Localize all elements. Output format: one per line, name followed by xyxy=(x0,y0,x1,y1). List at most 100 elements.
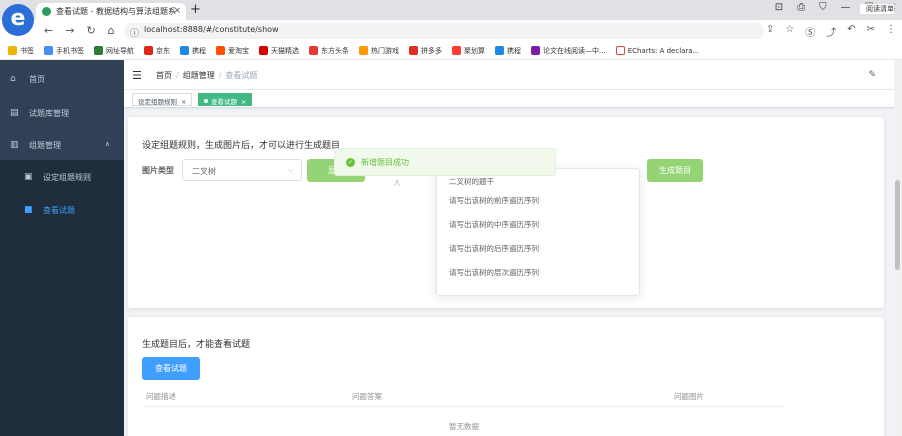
sidebar-item-label: 组题管理 xyxy=(29,140,61,150)
sidebar-item-home[interactable]: ⌂ 首页 xyxy=(0,62,124,96)
sidebar-item-view-questions[interactable]: ■ 查看试题 xyxy=(0,194,124,226)
breadcrumb-home[interactable]: 首页 xyxy=(156,71,172,80)
breadcrumb-compose[interactable]: 组题管理 xyxy=(183,71,215,80)
app-header: ☰ 首页 / 组题管理 / 查看试题 ✎ xyxy=(124,60,894,90)
bookmark-favicon-icon xyxy=(8,46,17,55)
bookmark-item[interactable]: 拼多多 xyxy=(409,46,442,56)
tag-close-icon[interactable]: × xyxy=(241,98,246,106)
bookmark-favicon-icon xyxy=(309,46,318,55)
favorite-icon[interactable]: ☆ xyxy=(785,24,794,39)
home-icon[interactable]: ⌂ xyxy=(108,24,115,37)
questions-card-title: 生成题目后，才能查看试题 xyxy=(142,340,251,350)
bookmark-item[interactable]: 网址导航 xyxy=(94,46,134,56)
bookmark-item[interactable]: 手机书签 xyxy=(44,46,84,56)
view-questions-button[interactable]: 查看试题 xyxy=(142,357,200,380)
tag-set-rules[interactable]: 设定组题规则 × xyxy=(132,93,193,106)
extension-icon[interactable]: Ⓢ xyxy=(805,24,815,39)
nav-right-icons: ⇪ ☆ Ⓢ ⤴ ↶ ✂ ⋮ xyxy=(766,24,896,39)
site-info-icon[interactable]: ⓘ xyxy=(130,26,139,39)
sidebar-item-label: 首页 xyxy=(29,74,45,84)
forward-icon[interactable]: → xyxy=(65,24,74,37)
undo-icon[interactable]: ↶ xyxy=(847,24,855,39)
sidebar-item-question-bank[interactable]: ▤ 试题库管理 xyxy=(0,96,124,130)
sidebar: ⌂ 首页 ▤ 试题库管理 ▥ 组题管理 ∧ ▣ 设定组题规则 ■ 查看试题 xyxy=(0,60,124,436)
browser-logo-icon: e xyxy=(2,4,34,36)
tag-view-questions[interactable]: 查看试题 × xyxy=(198,93,253,106)
shirt-icon[interactable]: ⛉ xyxy=(819,2,827,13)
collections-icon[interactable]: ⊡ xyxy=(775,2,783,13)
bookmark-favicon-icon xyxy=(615,46,625,55)
bookmark-label: 京东 xyxy=(156,46,170,55)
new-tab-button[interactable]: + xyxy=(190,2,201,17)
bookmark-favicon-icon xyxy=(144,46,153,55)
bookmark-item[interactable]: 论文在线阅读—中... xyxy=(531,46,606,56)
dropdown-item[interactable]: 请写出该树的后序遍历序列 xyxy=(449,243,539,254)
check-circle-icon: ✓ xyxy=(346,158,355,167)
dropdown-item[interactable]: 二叉树的题干 xyxy=(449,176,494,187)
send-icon[interactable]: ⤴ xyxy=(826,24,836,39)
tab-close-icon[interactable]: × xyxy=(173,6,181,16)
sidebar-item-set-rules[interactable]: ▣ 设定组题规则 xyxy=(0,160,124,194)
print-icon[interactable]: ⎙ xyxy=(797,2,805,13)
generate-questions-button[interactable]: 生成题目 xyxy=(647,159,703,182)
square-icon: ■ xyxy=(24,204,33,215)
bookmark-label: 网址导航 xyxy=(106,46,134,55)
dropdown-item[interactable]: 请写出该树的前序遍历序列 xyxy=(449,195,539,206)
image-type-label: 图片类型 xyxy=(142,166,174,175)
bookmark-item[interactable]: ECharts: A declara... xyxy=(615,46,699,55)
tag-active-dot xyxy=(204,99,208,103)
question-dropdown: 二叉树的题干 请写出该树的前序遍历序列 请写出该树的中序遍历序列 请写出该树的后… xyxy=(436,168,640,296)
bookmark-favicon-icon xyxy=(94,46,103,55)
address-bar[interactable]: ⓘ localhost:8888/#/constitute/show xyxy=(124,23,764,39)
questions-table-header: 问题描述 问题答案 问题图片 xyxy=(142,387,786,407)
clipboard-icon: ▣ xyxy=(24,171,33,182)
bookmark-favicon-icon xyxy=(259,46,268,55)
bookmark-item[interactable]: 热门游戏 xyxy=(359,46,399,56)
bookmark-label: 论文在线阅读—中... xyxy=(543,46,606,55)
back-icon[interactable]: ← xyxy=(44,24,53,37)
dropdown-item[interactable]: 请写出该树的中序遍历序列 xyxy=(449,219,539,230)
hamburger-icon[interactable]: ☰ xyxy=(132,69,142,82)
share-icon[interactable]: ⇪ xyxy=(766,24,774,39)
sidebar-item-compose[interactable]: ▥ 组题管理 ∧ xyxy=(0,128,124,162)
column-description: 问题描述 xyxy=(146,392,176,401)
tab-favicon-icon xyxy=(42,7,51,16)
bookmark-item[interactable]: 携程 xyxy=(495,46,521,56)
bookmark-item[interactable]: 京东 xyxy=(144,46,170,56)
more-icon[interactable]: ⋮ xyxy=(886,24,896,39)
bookmark-item[interactable]: 书签 xyxy=(8,46,34,56)
bookmark-label: 拼多多 xyxy=(421,46,442,55)
browser-tab-active[interactable]: 查看试题 - 教据结构与算法组题系 × xyxy=(36,3,186,20)
tag-label: 设定组题规则 xyxy=(138,98,177,106)
sidebar-item-label: 查看试题 xyxy=(43,205,75,215)
bookmark-item[interactable]: 携程 xyxy=(180,46,206,56)
scrollbar-thumb[interactable] xyxy=(895,180,900,270)
bookmark-favicon-icon xyxy=(531,46,540,55)
bookmark-item[interactable]: 天猫精选 xyxy=(259,46,299,56)
dropdown-item[interactable]: 请写出该树的层次遍历序列 xyxy=(449,267,539,278)
page-scrollbar[interactable] xyxy=(894,60,901,436)
bookmarks-bar: 书签 手机书签 网址导航 京东 携程 爱淘宝 天猫精选 东方头条 热门游戏 拼多多 聚划算 携程 论文在… xyxy=(0,42,902,60)
breadcrumb-separator: / xyxy=(176,71,179,80)
tag-label: 查看试题 xyxy=(211,98,237,106)
image-type-select[interactable]: 二叉树 ⌵ xyxy=(182,159,302,181)
column-image: 问题图片 xyxy=(674,392,704,401)
bookmark-label: 东方头条 xyxy=(321,46,349,55)
bookmark-item[interactable]: 东方头条 xyxy=(309,46,349,56)
bookmark-favicon-icon xyxy=(359,46,368,55)
tags-view: 设定组题规则 × 查看试题 × xyxy=(124,90,894,108)
bookmark-label: 携程 xyxy=(192,46,206,55)
tab-title: 查看试题 - 教据结构与算法组题系 xyxy=(56,7,176,16)
bookmark-favicon-icon xyxy=(44,46,53,55)
reading-list-button[interactable]: 阅读清单 xyxy=(860,4,894,14)
bookmark-item[interactable]: 爱淘宝 xyxy=(216,46,249,56)
column-answer: 问题答案 xyxy=(352,392,382,401)
bookmark-favicon-icon xyxy=(452,46,461,55)
bookmark-item[interactable]: 聚划算 xyxy=(452,46,485,56)
bookmark-favicon-icon xyxy=(180,46,189,55)
minimize-button[interactable]: — xyxy=(841,2,851,13)
reload-icon[interactable]: ↻ xyxy=(86,24,95,37)
tag-close-icon[interactable]: × xyxy=(181,98,186,106)
scissors-icon[interactable]: ✂ xyxy=(867,24,875,39)
edit-icon[interactable]: ✎ xyxy=(868,70,876,80)
